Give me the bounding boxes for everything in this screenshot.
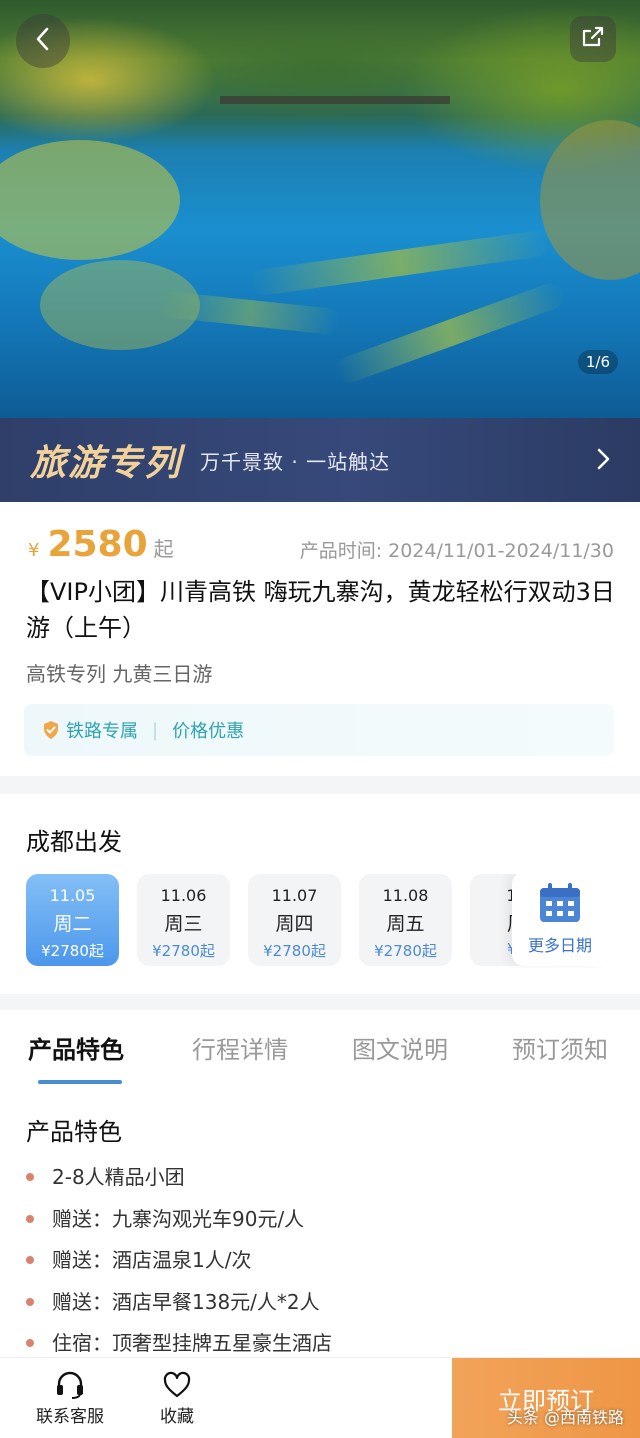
date-card-price: ¥2780起 xyxy=(152,942,215,960)
hero-image[interactable]: 1/6 xyxy=(0,0,640,418)
product-title: 【VIP小团】川青高铁 嗨玩九寨沟，黄龙轻松行双动3日游（上午） xyxy=(26,578,615,642)
bullet xyxy=(26,1256,34,1264)
date-card-price: ¥2780起 xyxy=(41,942,104,960)
features-title: 产品特色 xyxy=(26,1118,122,1146)
date-card-date: 11.08 xyxy=(382,886,429,905)
more-dates-label: 更多日期 xyxy=(527,936,592,955)
price-value: 2580 xyxy=(47,524,148,565)
feature-text: 赠送：酒店早餐138元/人*2人 xyxy=(52,1289,320,1314)
product-tags: 铁路专属 | 价格优惠 xyxy=(24,704,614,756)
list-item: 赠送：九寨沟观光车90元/人 xyxy=(26,1202,332,1244)
tab-graphic-description[interactable]: 图文说明 xyxy=(352,1030,448,1065)
heart-icon xyxy=(160,1370,194,1400)
tag-price-discount: 价格优惠 xyxy=(172,721,245,742)
features-list: 2-8人精品小团 赠送：九寨沟观光车90元/人 赠送：酒店温泉1人/次 赠送：酒… xyxy=(26,1160,332,1368)
list-item: 赠送：酒店温泉1人/次 xyxy=(26,1243,332,1285)
feature-text: 2-8人精品小团 xyxy=(52,1165,185,1189)
chevron-right-icon xyxy=(596,446,612,476)
detail-section: 产品特色 行程详情 图文说明 预订须知 产品特色 2-8人精品小团 赠送：九寨沟… xyxy=(0,1010,640,1360)
chevron-left-icon xyxy=(32,26,54,56)
feature-text: 赠送：酒店温泉1人/次 xyxy=(52,1248,252,1272)
date-card-weekday: 周五 xyxy=(386,913,425,935)
date-card-weekday: 周四 xyxy=(275,913,314,935)
feature-text: 赠送：九寨沟观光车90元/人 xyxy=(52,1206,305,1231)
contact-service-label: 联系客服 xyxy=(36,1407,104,1427)
banner-subtitle: 万千景致 · 一站触达 xyxy=(200,449,391,474)
bullet xyxy=(26,1173,34,1181)
tab-booking-notes[interactable]: 预订须知 xyxy=(512,1030,608,1065)
tab-active-indicator xyxy=(38,1080,122,1084)
date-card-date: 11.07 xyxy=(271,886,318,905)
list-item: 2-8人精品小团 xyxy=(26,1160,332,1202)
contact-service-button[interactable]: 联系客服 xyxy=(36,1370,104,1427)
product-subtitle: 高铁专列 九黄三日游 xyxy=(26,662,213,686)
date-card-price: ¥2780起 xyxy=(263,942,326,960)
date-card[interactable]: 11.06 周三 ¥2780起 xyxy=(137,874,230,966)
back-button[interactable] xyxy=(16,14,70,68)
calendar-icon xyxy=(538,882,582,932)
price-row: ¥ 2580 起 xyxy=(28,524,174,565)
date-card-price: ¥2780起 xyxy=(374,942,437,960)
price-currency: ¥ xyxy=(28,540,40,561)
boardwalk xyxy=(220,96,450,104)
date-card-date: 11.05 xyxy=(49,886,96,905)
date-card-weekday: 周二 xyxy=(53,913,92,935)
bullet xyxy=(26,1339,34,1347)
date-card[interactable]: 11.05 周二 ¥2780起 xyxy=(26,874,119,966)
product-time: 产品时间: 2024/11/01-2024/11/30 xyxy=(294,536,614,563)
product-time-label: 产品时间: xyxy=(299,540,383,562)
share-button[interactable] xyxy=(570,16,616,62)
departure-section: 成都出发 11.05 周二 ¥2780起 11.06 周三 ¥2780起 11.… xyxy=(0,794,640,994)
tag-divider: | xyxy=(152,719,159,741)
share-icon xyxy=(579,23,607,55)
favorite-button[interactable]: 收藏 xyxy=(160,1370,194,1427)
detail-tabs: 产品特色 行程详情 图文说明 预订须知 xyxy=(0,1010,640,1086)
date-card[interactable]: 11.08 周五 ¥2780起 xyxy=(359,874,452,966)
travel-train-banner[interactable]: 旅游专列 万千景致 · 一站触达 xyxy=(0,418,640,502)
banner-title: 旅游专列 xyxy=(30,443,183,484)
shield-check-icon xyxy=(42,720,60,740)
list-item: 赠送：酒店早餐138元/人*2人 xyxy=(26,1285,332,1327)
tag-railway-exclusive: 铁路专属 xyxy=(66,721,138,742)
date-card-date: 11.06 xyxy=(160,886,207,905)
product-card: ¥ 2580 起 产品时间: 2024/11/01-2024/11/30 【VIP… xyxy=(0,502,640,776)
date-card-weekday: 周三 xyxy=(164,913,203,935)
watermark: 头条 @西南铁路 xyxy=(506,1408,624,1427)
date-selector: 11.05 周二 ¥2780起 11.06 周三 ¥2780起 11.07 周四… xyxy=(26,874,640,968)
feature-text: 住宿：顶奢型挂牌五星豪生酒店 xyxy=(52,1331,332,1355)
bullet xyxy=(26,1297,34,1306)
bullet xyxy=(26,1214,34,1223)
tab-product-features[interactable]: 产品特色 xyxy=(28,1030,124,1065)
favorite-label: 收藏 xyxy=(160,1407,194,1427)
date-card[interactable]: 11.07 周四 ¥2780起 xyxy=(248,874,341,966)
product-time-value: 2024/11/01-2024/11/30 xyxy=(388,540,614,562)
departure-title: 成都出发 xyxy=(26,828,122,856)
more-dates-button[interactable]: 更多日期 xyxy=(512,874,608,966)
headset-icon xyxy=(36,1370,104,1400)
image-counter: 1/6 xyxy=(577,350,618,374)
tab-itinerary[interactable]: 行程详情 xyxy=(192,1030,288,1065)
price-suffix: 起 xyxy=(153,537,174,561)
